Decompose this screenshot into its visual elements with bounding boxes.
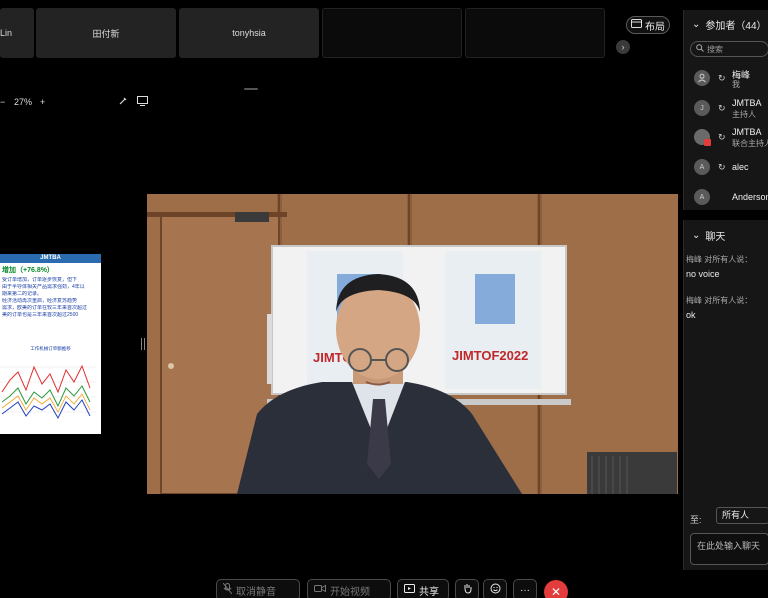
doc-header: JMTBA xyxy=(0,254,101,263)
emoji-icon xyxy=(490,583,501,597)
chat-message-text: no voice xyxy=(686,269,720,279)
avatar: A xyxy=(694,159,710,175)
participants-panel: ⌄ 参加者（44） 搜索 ↻ 梅峰 我 J ↻ JMTBA 主持人 ↻ JMTB… xyxy=(683,10,768,210)
chat-panel-header[interactable]: ⌄ 聊天 xyxy=(692,228,725,243)
reactions-button[interactable] xyxy=(483,579,507,598)
chat-message-text: ok xyxy=(686,310,696,320)
tile-label: tonyhsia xyxy=(232,28,266,38)
search-icon xyxy=(696,44,704,54)
participant-tile-lin[interactable]: Lin xyxy=(0,8,34,58)
doc-chart-graphic xyxy=(0,364,96,420)
participant-tile-tianfuxin[interactable]: 田付新 xyxy=(36,8,176,58)
raise-hand-button[interactable] xyxy=(455,579,479,598)
avatar: A xyxy=(694,189,710,205)
audio-sync-icon: ↻ xyxy=(718,73,726,83)
hand-icon xyxy=(463,583,472,597)
doc-line: 受订单增加，订单逐步恢复，但下 xyxy=(2,277,78,283)
more-icon: ··· xyxy=(520,584,530,596)
next-page-button[interactable]: › xyxy=(616,40,630,54)
share-screen-icon xyxy=(404,584,415,596)
unmute-button[interactable]: 取消静音 xyxy=(216,579,300,598)
participant-search-input[interactable]: 搜索 xyxy=(690,41,768,57)
doc-line: 期来第二的记录。 xyxy=(2,291,43,297)
share-button[interactable]: 共享 xyxy=(397,579,449,598)
participant-tile-tonyhsia[interactable]: tonyhsia xyxy=(179,8,319,58)
more-options-button[interactable]: ··· xyxy=(513,579,537,598)
resize-handle[interactable] xyxy=(141,338,145,350)
participants-title: 参加者（44） xyxy=(705,21,767,32)
zoom-in-button[interactable]: + xyxy=(40,97,50,107)
start-video-button[interactable]: 开始视频 xyxy=(307,579,391,598)
participant-item[interactable]: J ↻ JMTBA 主持人 xyxy=(694,96,768,120)
participant-name: JMTBA xyxy=(732,98,762,108)
chat-title: 聊天 xyxy=(705,232,726,243)
doc-line: 由于半导体相关产品需求强劲，4年以 xyxy=(2,284,85,290)
annotate-icon[interactable] xyxy=(118,96,128,108)
chat-message-sender: 梅峰 对所有人说： xyxy=(686,296,753,305)
layout-button[interactable]: 布局 xyxy=(626,16,670,34)
doc-line: 需求，欧美的订单在较三年来首次超过 xyxy=(2,305,88,311)
doc-line: 美的订单也是三年来首次超过2500 xyxy=(2,312,79,318)
chevron-right-icon: › xyxy=(621,42,625,52)
participant-name: JMTBA xyxy=(732,127,762,137)
video-frame: JIMTOF JIMTOF2022 xyxy=(147,194,678,494)
chat-recipient-select[interactable]: 所有人 xyxy=(716,507,768,524)
remote-control-icon[interactable] xyxy=(137,96,148,108)
participant-item[interactable]: A ↻ alec xyxy=(694,155,768,179)
avatar xyxy=(694,129,711,146)
audio-sync-icon: ↻ xyxy=(718,132,726,142)
participant-tile-empty xyxy=(322,8,462,58)
poster-brand-year: JIMTOF2022 xyxy=(452,348,528,363)
participant-name: alec xyxy=(732,162,749,172)
participant-item[interactable]: ↻ 梅峰 我 xyxy=(694,66,768,90)
camera-off-icon xyxy=(314,584,326,596)
doc-title: 增加（+76.8%） xyxy=(2,267,54,274)
audio-sync-icon: ↻ xyxy=(718,162,726,172)
chevron-down-icon: ⌄ xyxy=(692,19,701,30)
user-icon xyxy=(698,73,706,83)
share-label: 共享 xyxy=(419,586,439,598)
chat-recipient-label: 至: xyxy=(690,515,702,525)
close-icon: ✕ xyxy=(550,585,562,598)
avatar xyxy=(694,70,710,86)
chat-panel: ⌄ 聊天 梅峰 对所有人说： no voice 梅峰 对所有人说： ok 至: … xyxy=(683,220,768,570)
microphone-muted-icon xyxy=(222,582,233,597)
doc-chart: 工作机械订单额推移 xyxy=(0,346,101,434)
end-meeting-button[interactable]: ✕ xyxy=(544,580,568,598)
participant-name: Anderson xyxy=(732,192,768,202)
chat-input[interactable]: 在此处输入聊天 xyxy=(690,533,768,565)
participants-panel-header[interactable]: ⌄ 参加者（44） xyxy=(692,17,767,32)
participant-role: 我 xyxy=(732,80,740,89)
zoom-controls: − 27% + xyxy=(0,96,148,108)
screen-share-badge-icon xyxy=(704,139,711,146)
zoom-out-button[interactable]: − xyxy=(0,97,10,107)
drag-handle[interactable] xyxy=(244,88,258,90)
participant-role: 主持人 xyxy=(732,110,756,119)
participant-role: 联合主持人 xyxy=(732,139,768,148)
participant-item[interactable]: ↻ JMTBA 联合主持人 xyxy=(694,125,768,149)
unmute-label: 取消静音 xyxy=(236,586,276,598)
layout-icon xyxy=(631,19,642,31)
layout-label: 布局 xyxy=(645,21,665,33)
tile-label: Lin xyxy=(0,28,13,38)
chat-message-sender: 梅峰 对所有人说： xyxy=(686,255,753,264)
audio-sync-icon: ↻ xyxy=(718,103,726,113)
avatar: J xyxy=(694,100,710,116)
speaker-video: JIMTOF JIMTOF2022 xyxy=(147,194,678,494)
doc-line: 经济活动再次重启，经济复苏趋势 xyxy=(2,298,78,304)
zoom-level: 27% xyxy=(14,97,33,107)
participant-item[interactable]: A Anderson xyxy=(694,185,768,209)
participant-tile-empty xyxy=(465,8,605,58)
start-video-label: 开始视频 xyxy=(330,586,370,598)
chevron-down-icon: ⌄ xyxy=(692,230,701,241)
search-placeholder: 搜索 xyxy=(707,44,723,54)
tile-label: 田付新 xyxy=(92,28,120,39)
shared-document: JMTBA 增加（+76.8%） 受订单增加，订单逐步恢复，但下 由于半导体相关… xyxy=(0,254,101,434)
